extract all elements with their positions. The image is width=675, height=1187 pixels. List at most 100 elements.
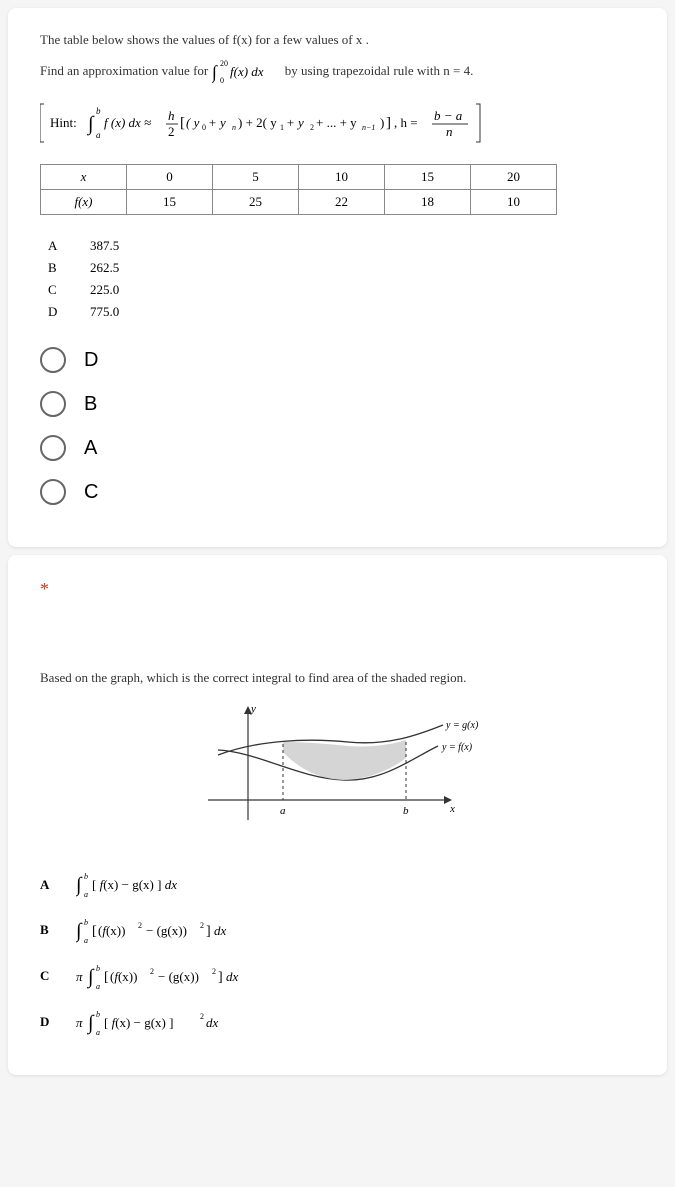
svg-text:∫: ∫ bbox=[76, 920, 83, 943]
answer-value: 225.0 bbox=[90, 282, 119, 298]
svg-text:a: a bbox=[96, 1028, 100, 1037]
svg-text:n−1: n−1 bbox=[362, 123, 375, 132]
radio-icon bbox=[40, 391, 66, 417]
q1-prompt: Find an approximation value for ∫ 20 0 f… bbox=[40, 58, 635, 86]
svg-text:f(x) dx: f(x) dx bbox=[230, 64, 264, 79]
svg-text:b: b bbox=[84, 872, 88, 881]
svg-text:h: h bbox=[168, 108, 175, 123]
formula-a-icon: ∫ b a [ f(x) − g(x) ] dx bbox=[76, 869, 246, 901]
table-cell: 18 bbox=[385, 190, 471, 215]
svg-text:, h =: , h = bbox=[394, 115, 418, 130]
table-cell: f(x) bbox=[41, 190, 127, 215]
integral-icon: ∫ 20 0 f(x) dx bbox=[212, 58, 282, 86]
b-label: b bbox=[403, 805, 409, 817]
svg-text:n: n bbox=[446, 124, 453, 139]
svg-text:Hint:: Hint: bbox=[50, 115, 77, 130]
option-b[interactable]: B bbox=[40, 391, 635, 417]
svg-text:2: 2 bbox=[200, 1012, 204, 1021]
svg-text:1: 1 bbox=[280, 123, 284, 132]
svg-text:b − a: b − a bbox=[434, 108, 463, 123]
svg-text:∫: ∫ bbox=[212, 62, 218, 83]
svg-text:2: 2 bbox=[168, 124, 175, 139]
table-header: x bbox=[41, 165, 127, 190]
svg-text:∫: ∫ bbox=[86, 1012, 95, 1035]
svg-text:2: 2 bbox=[200, 921, 204, 930]
svg-text:+ y: + y bbox=[208, 115, 226, 130]
table-cell: 10 bbox=[471, 190, 557, 215]
answer-label: A bbox=[48, 238, 66, 254]
answer-label: D bbox=[40, 1014, 58, 1030]
answer-label: C bbox=[40, 968, 58, 984]
svg-text:a: a bbox=[96, 130, 101, 140]
answer-label: A bbox=[40, 877, 58, 893]
radio-icon bbox=[40, 479, 66, 505]
formula-b-icon: ∫ b a [ (f(x)) 2 − (g(x)) 2 ] dx bbox=[76, 913, 276, 947]
svg-text:π: π bbox=[76, 1015, 83, 1030]
answer-row: D 775.0 bbox=[40, 301, 635, 323]
svg-text:π: π bbox=[76, 969, 83, 984]
q2-answers: A ∫ b a [ f(x) − g(x) ] dx B ∫ b a [ (f(… bbox=[40, 869, 635, 1039]
x-axis-label: x bbox=[449, 803, 455, 815]
svg-text:b: b bbox=[84, 918, 88, 927]
graph-svg: y x a b y = g(x) y = f(x) bbox=[188, 700, 488, 840]
answer-label: B bbox=[48, 260, 66, 276]
option-a[interactable]: A bbox=[40, 435, 635, 461]
svg-text:∫: ∫ bbox=[86, 966, 95, 989]
required-star-icon: * bbox=[40, 579, 635, 600]
values-table: x 0 5 10 15 20 f(x) 15 25 22 18 10 bbox=[40, 164, 557, 215]
table-row: x 0 5 10 15 20 bbox=[41, 165, 557, 190]
answer-d: D π ∫ b a [ f(x) − g(x) ] 2 dx bbox=[40, 1005, 635, 1039]
table-cell: 22 bbox=[299, 190, 385, 215]
svg-text:[: [ bbox=[104, 970, 109, 985]
option-label: C bbox=[84, 481, 98, 504]
answer-value: 387.5 bbox=[90, 238, 119, 254]
svg-text:dx: dx bbox=[206, 1015, 219, 1030]
svg-text:]: ] bbox=[218, 970, 223, 985]
table-header: 5 bbox=[213, 165, 299, 190]
table-header: 10 bbox=[299, 165, 385, 190]
formula-d-icon: π ∫ b a [ f(x) − g(x) ] 2 dx bbox=[76, 1005, 266, 1039]
svg-text:(f(x)): (f(x)) bbox=[110, 969, 137, 984]
g-label: y = g(x) bbox=[445, 720, 479, 731]
q2-prompt: Based on the graph, which is the correct… bbox=[40, 670, 635, 686]
svg-text:+ ... + y: + ... + y bbox=[316, 115, 357, 130]
svg-text:]: ] bbox=[386, 115, 391, 131]
formula-c-icon: π ∫ b a [ (f(x)) 2 − (g(x)) 2 ] dx bbox=[76, 959, 286, 993]
svg-text:2: 2 bbox=[150, 967, 154, 976]
svg-text:[ f(x) − g(x) ] dx: [ f(x) − g(x) ] dx bbox=[92, 877, 177, 892]
svg-text:]: ] bbox=[206, 924, 211, 939]
svg-text:a: a bbox=[96, 982, 100, 991]
y-axis-label: y bbox=[250, 703, 256, 715]
svg-text:[ f(x) − g(x) ]: [ f(x) − g(x) ] bbox=[104, 1015, 173, 1030]
svg-text:2: 2 bbox=[138, 921, 142, 930]
q1-prompt-prefix: Find an approximation value for bbox=[40, 63, 212, 78]
answer-label: C bbox=[48, 282, 66, 298]
svg-text:n: n bbox=[232, 123, 236, 132]
svg-text:[: [ bbox=[180, 115, 185, 131]
svg-text:− (g(x)): − (g(x)) bbox=[146, 923, 187, 938]
option-d[interactable]: D bbox=[40, 347, 635, 373]
option-label: A bbox=[84, 437, 97, 460]
svg-text:+ y: + y bbox=[286, 115, 304, 130]
answer-value: 775.0 bbox=[90, 304, 119, 320]
svg-text:b: b bbox=[96, 106, 101, 116]
table-cell: 15 bbox=[127, 190, 213, 215]
answer-key-list: A 387.5 B 262.5 C 225.0 D 775.0 bbox=[40, 235, 635, 323]
answer-row: B 262.5 bbox=[40, 257, 635, 279]
answer-b: B ∫ b a [ (f(x)) 2 − (g(x)) 2 ] dx bbox=[40, 913, 635, 947]
svg-text:dx: dx bbox=[226, 969, 239, 984]
a-label: a bbox=[280, 805, 286, 817]
answer-value: 262.5 bbox=[90, 260, 119, 276]
svg-text:∫: ∫ bbox=[76, 874, 83, 897]
svg-text:0: 0 bbox=[220, 76, 224, 85]
svg-text:20: 20 bbox=[220, 59, 228, 68]
f-label: y = f(x) bbox=[441, 742, 473, 753]
option-c[interactable]: C bbox=[40, 479, 635, 505]
radio-options: D B A C bbox=[40, 347, 635, 505]
svg-text:0: 0 bbox=[202, 123, 206, 132]
graph: y x a b y = g(x) y = f(x) bbox=[40, 700, 635, 845]
answer-row: A 387.5 bbox=[40, 235, 635, 257]
q1-prompt-suffix: by using trapezoidal rule with n = 4. bbox=[285, 63, 474, 78]
svg-text:2: 2 bbox=[212, 967, 216, 976]
question-1-card: The table below shows the values of f(x)… bbox=[8, 8, 667, 547]
